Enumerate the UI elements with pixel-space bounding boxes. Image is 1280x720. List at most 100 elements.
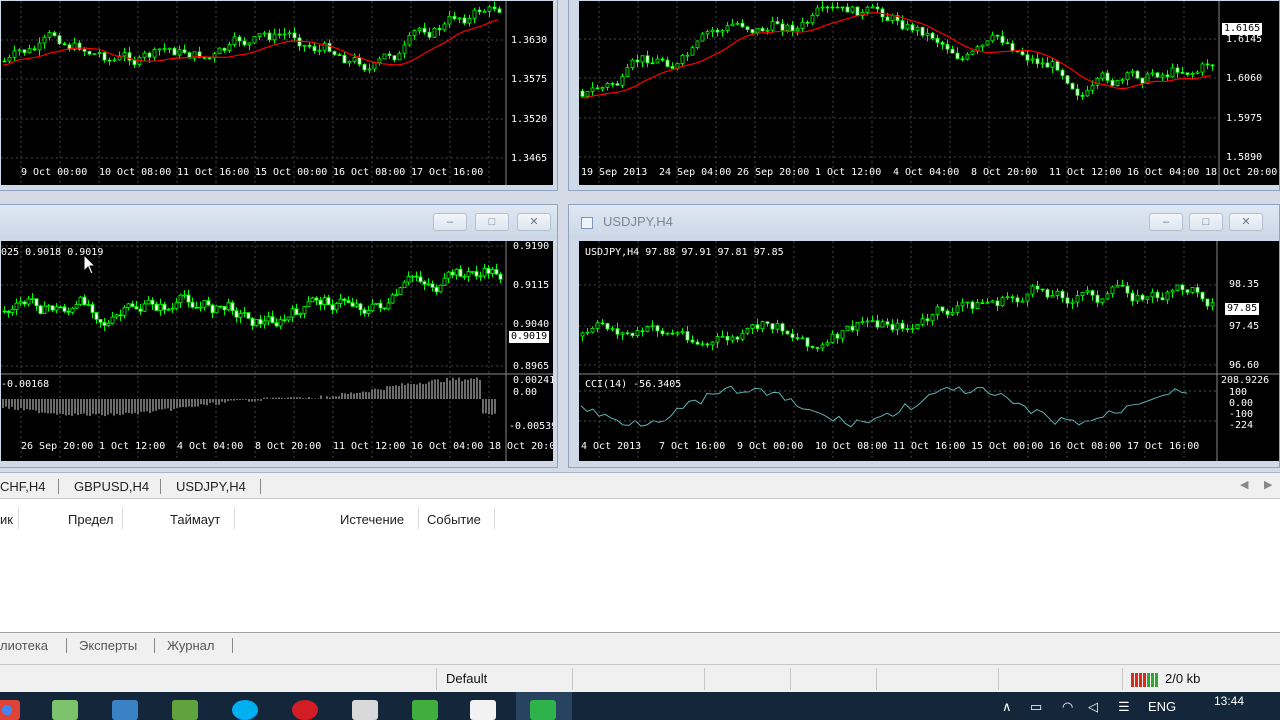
tab-divider bbox=[58, 479, 59, 494]
time-label: 10 Oct 08:00 bbox=[815, 441, 888, 452]
indicator-label: -224 bbox=[1229, 420, 1254, 431]
chrome-icon[interactable] bbox=[0, 700, 20, 720]
candle-body bbox=[1185, 289, 1190, 293]
column-header[interactable]: Таймаут bbox=[170, 512, 220, 527]
tab-experts[interactable]: Эксперты bbox=[79, 638, 137, 653]
candle-body bbox=[454, 268, 459, 276]
window-titlebar[interactable] bbox=[0, 205, 557, 239]
archiver-icon[interactable] bbox=[352, 700, 378, 720]
candle-body bbox=[910, 24, 915, 31]
time-label: 4 Oct 04:00 bbox=[177, 441, 244, 452]
tab-library[interactable]: лиотека bbox=[0, 638, 48, 653]
opera-icon[interactable] bbox=[292, 700, 318, 720]
candle-body bbox=[467, 17, 472, 24]
tray-notification-icon[interactable]: ☰ bbox=[1118, 699, 1130, 715]
candle-body bbox=[82, 296, 87, 306]
candle-body bbox=[267, 32, 272, 41]
tab-gbpusd[interactable]: GBPUSD,H4 bbox=[74, 479, 149, 494]
candle-body bbox=[90, 304, 95, 313]
time-label: 9 Oct 00:00 bbox=[21, 167, 88, 178]
tab-usdjpy[interactable]: USDJPY,H4 bbox=[176, 479, 246, 494]
time-label: 11 Oct 12:00 bbox=[1049, 167, 1122, 178]
maximize-button[interactable]: □ bbox=[1189, 213, 1223, 231]
price-label: 1.5975 bbox=[1226, 113, 1263, 124]
chart-area-eurusd[interactable]: 1.3630 1.3575 1.3520 1.3465 9 Oct 00:00 … bbox=[1, 1, 553, 185]
price-label: 96.60 bbox=[1229, 360, 1260, 371]
candle-body bbox=[2, 310, 7, 313]
candle-body bbox=[600, 322, 605, 325]
candle-body bbox=[412, 30, 417, 36]
candle-body bbox=[22, 49, 27, 53]
scroll-right-icon[interactable]: ▶ bbox=[1264, 478, 1272, 491]
candle-body bbox=[710, 341, 715, 346]
minimize-button[interactable]: – bbox=[1149, 213, 1183, 231]
candle-body bbox=[595, 322, 600, 329]
notepad-icon[interactable] bbox=[52, 700, 78, 720]
candle-body bbox=[312, 46, 317, 52]
app-c2-icon[interactable] bbox=[470, 700, 496, 720]
candle-body bbox=[1020, 300, 1025, 303]
candle-body bbox=[472, 9, 477, 19]
candle-body bbox=[82, 49, 87, 52]
chart-area-gbpusd[interactable]: 1.6165 1.6145 1.6060 1.5975 1.5890 19 Se… bbox=[579, 1, 1279, 185]
tray-clock[interactable]: 13:44 bbox=[1214, 694, 1244, 708]
candle-body bbox=[354, 303, 359, 307]
tray-up-arrow-icon[interactable]: ∧ bbox=[1002, 699, 1012, 715]
candle-body bbox=[1110, 286, 1115, 295]
candle-body bbox=[214, 305, 219, 314]
candle-body bbox=[995, 300, 1000, 307]
tab-chf[interactable]: CHF,H4 bbox=[0, 479, 46, 494]
explorer-icon[interactable] bbox=[112, 700, 138, 720]
candle-body bbox=[152, 49, 157, 58]
candle-body bbox=[1115, 80, 1120, 86]
candle-body bbox=[1210, 64, 1215, 67]
app-c-icon[interactable] bbox=[412, 700, 438, 720]
candle-body bbox=[1055, 290, 1060, 296]
column-header[interactable]: Предел bbox=[68, 512, 114, 527]
candle-body bbox=[27, 48, 32, 53]
column-header[interactable]: Истечение bbox=[340, 512, 404, 527]
tray-volume-icon[interactable]: ◁ bbox=[1088, 699, 1098, 715]
metatrader-icon[interactable] bbox=[530, 700, 556, 720]
candle-body bbox=[182, 49, 187, 54]
candle-body bbox=[106, 322, 111, 326]
candle-body bbox=[442, 23, 447, 31]
candle-body bbox=[486, 268, 491, 274]
price-label: 1.3520 bbox=[511, 114, 548, 125]
chart-area-usdjpy[interactable]: USDJPY,H4 97.88 97.91 97.81 97.85 98.35 … bbox=[579, 241, 1279, 461]
scroll-left-icon[interactable]: ◀ bbox=[1240, 478, 1248, 491]
column-header[interactable]: Событие bbox=[427, 512, 481, 527]
chart-canvas-usdjpy bbox=[579, 241, 1279, 461]
candle-body bbox=[630, 59, 635, 68]
candle-body bbox=[885, 16, 890, 21]
time-label: 26 Sep 20:00 bbox=[737, 167, 810, 178]
candle-body bbox=[1040, 62, 1045, 65]
candle-body bbox=[78, 296, 83, 305]
candle-body bbox=[457, 17, 462, 20]
tab-journal[interactable]: Журнал bbox=[167, 638, 214, 653]
tray-language[interactable]: ENG bbox=[1148, 699, 1176, 714]
candle-body bbox=[447, 15, 452, 25]
network-icon[interactable] bbox=[172, 700, 198, 720]
candle-body bbox=[1055, 61, 1060, 71]
candle-body bbox=[222, 47, 227, 51]
candle-body bbox=[745, 26, 750, 30]
tray-battery-icon[interactable]: ▭ bbox=[1030, 699, 1042, 715]
maximize-button[interactable]: □ bbox=[475, 213, 509, 231]
skype-icon[interactable] bbox=[232, 700, 258, 720]
candle-body bbox=[487, 6, 492, 12]
candle-body bbox=[314, 297, 319, 301]
tray-wifi-icon[interactable]: ◠ bbox=[1062, 699, 1073, 715]
candle-body bbox=[1030, 58, 1035, 61]
candle-body bbox=[1200, 63, 1205, 73]
candle-body bbox=[1095, 77, 1100, 86]
close-button[interactable]: ✕ bbox=[1229, 213, 1263, 231]
candle-body bbox=[1085, 89, 1090, 97]
column-header[interactable]: ик bbox=[0, 512, 13, 527]
close-button[interactable]: ✕ bbox=[517, 213, 551, 231]
candle-body bbox=[900, 322, 905, 330]
candle-body bbox=[167, 47, 172, 50]
candle-body bbox=[318, 299, 323, 305]
minimize-button[interactable]: – bbox=[433, 213, 467, 231]
candle-body bbox=[462, 275, 467, 278]
